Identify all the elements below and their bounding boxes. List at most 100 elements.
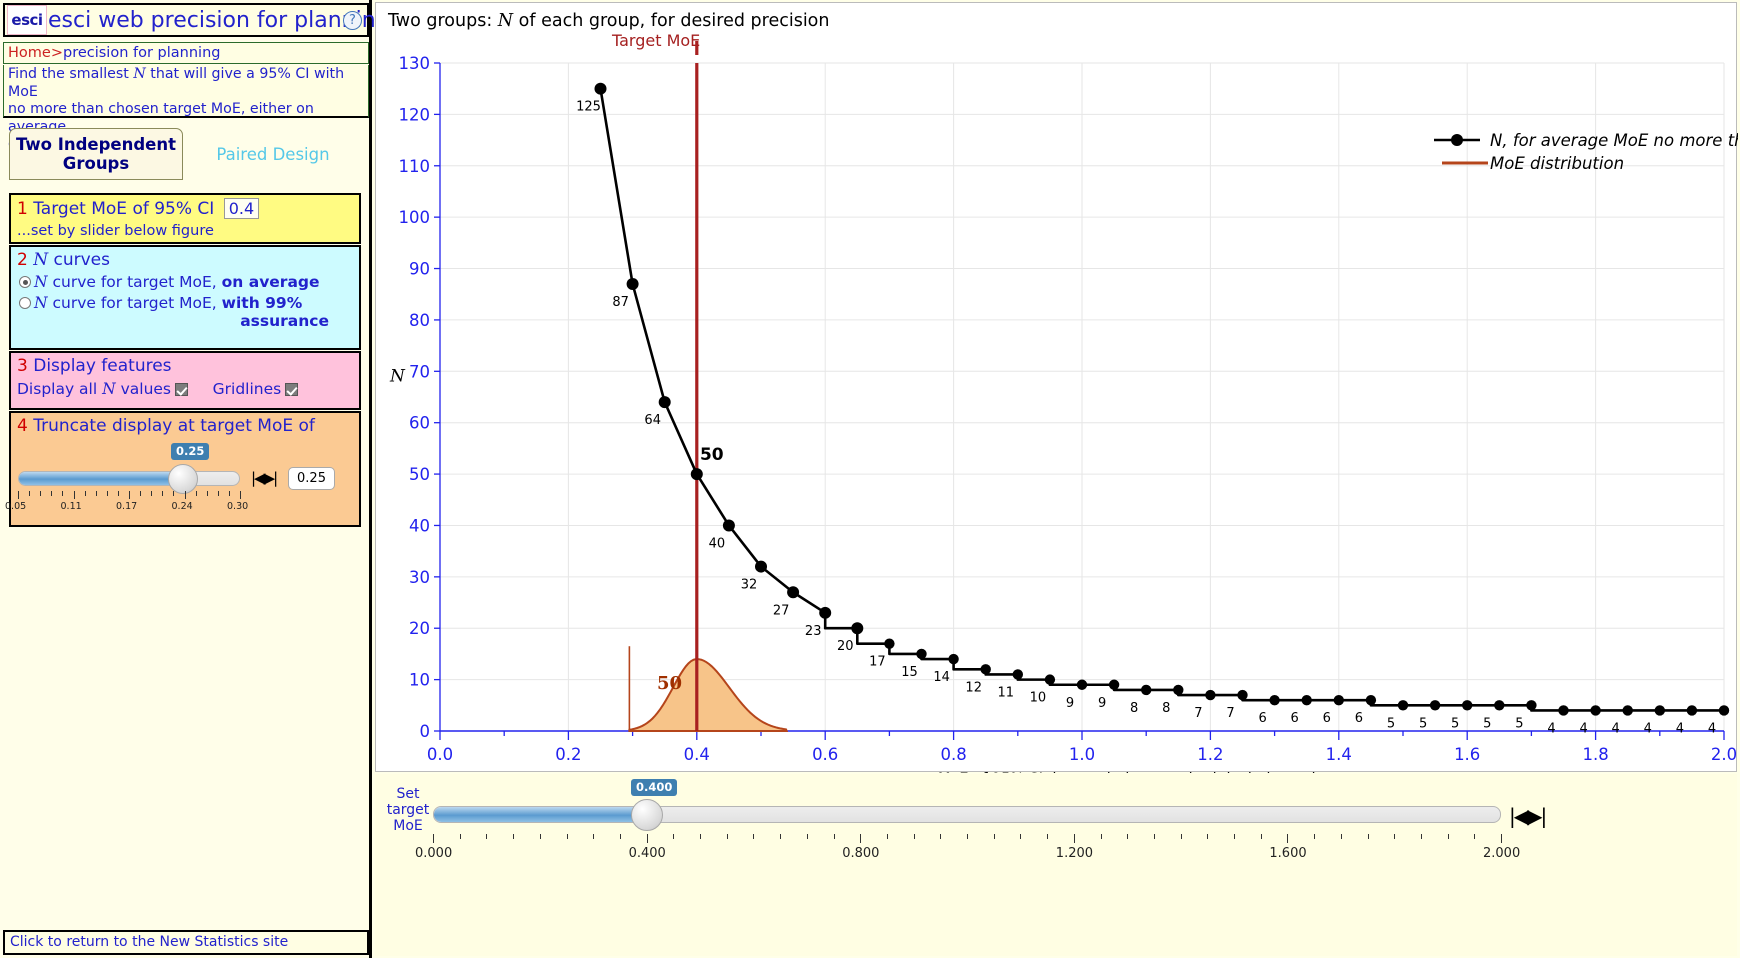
n-curve-point[interactable] — [626, 277, 639, 290]
help-icon[interactable]: ? — [343, 11, 362, 30]
n-curve-point[interactable] — [1494, 700, 1505, 711]
opt0-i: N — [34, 273, 48, 291]
moe-slider-tick — [1100, 834, 1102, 839]
n-curve-point[interactable] — [916, 648, 927, 660]
panel4-heading: 4 Truncate display at target MoE of — [11, 413, 359, 436]
truncate-slider-tick-label: 0.30 — [227, 501, 249, 512]
n-curve-point[interactable] — [1044, 674, 1056, 685]
radio-option-on-average[interactable]: N curve for target MoE, on average — [11, 273, 359, 291]
truncate-slider-tick — [106, 491, 108, 496]
legend-label-n-curve: N, for average MoE no more than target M… — [1490, 131, 1738, 150]
n-curve-point-label: 11 — [998, 685, 1015, 700]
x-axis-tick-label: 1.2 — [1197, 745, 1223, 764]
panel1-subtext: ...set by slider below figure — [17, 223, 214, 239]
n-curve-point[interactable] — [1205, 689, 1216, 701]
n-curve-point-label: 20 — [837, 639, 854, 654]
n-curve-point[interactable] — [1076, 679, 1088, 690]
n-curve-point[interactable] — [755, 560, 767, 573]
moe-slider-tick — [513, 834, 515, 839]
moe-slider-thumb[interactable] — [630, 799, 663, 831]
x-axis-tick-label: 1.6 — [1454, 745, 1480, 764]
y-axis-tick-label: 110 — [399, 157, 431, 176]
truncate-slider-tick — [95, 491, 97, 496]
display-all-n-checkbox[interactable] — [175, 383, 189, 396]
n-curve-point-label: 87 — [612, 295, 629, 310]
n-curve-point-label: 32 — [741, 578, 758, 593]
n-curve-point[interactable] — [1108, 679, 1120, 690]
page-description: Find the smallest N that will give a 95%… — [3, 65, 369, 152]
truncate-slider-tick — [162, 491, 164, 496]
n-curve-point[interactable] — [690, 468, 703, 481]
n-curve-point-label: 14 — [933, 670, 950, 685]
truncate-slider-tick — [228, 491, 230, 496]
radio-on-average-icon[interactable] — [19, 276, 31, 288]
moe-slider-tick-label: 1.200 — [1055, 846, 1094, 861]
radio-99-assurance-icon[interactable] — [19, 297, 31, 309]
tab-two-independent-groups[interactable]: Two Independent Groups — [9, 128, 183, 180]
n-curve-point-label: 4 — [1708, 721, 1716, 736]
y-axis-tick-label: 50 — [409, 465, 430, 484]
sidebar-footer-link[interactable]: Click to return to the New Statistics si… — [3, 930, 369, 955]
n-curve-point-label: 50 — [700, 445, 724, 465]
n-curve-point[interactable] — [722, 519, 735, 532]
n-curve-point[interactable] — [1526, 700, 1537, 711]
moe-slider-tick — [486, 834, 488, 839]
target-moe-value[interactable]: 0.4 — [223, 198, 260, 219]
gridlines-checkbox[interactable] — [285, 383, 299, 396]
moe-nudge-buttons[interactable]: |◀▶| — [1509, 804, 1547, 828]
y-axis-tick-label: 120 — [399, 105, 431, 124]
n-curve-point[interactable] — [1012, 669, 1023, 680]
chart-svg[interactable]: 0 10 20 30 40 50 60 70 80 90 100 110 120 130 N 0.0 0.2 0.… — [376, 3, 1738, 773]
n-curve-point[interactable] — [1558, 705, 1569, 716]
truncate-slider-thumb[interactable] — [167, 464, 198, 494]
n-curve-point[interactable] — [948, 653, 959, 665]
n-curve-point[interactable] — [980, 664, 991, 675]
n-curve-point[interactable] — [1237, 689, 1248, 701]
n-curve-point[interactable] — [1590, 705, 1601, 716]
moe-slider-track[interactable] — [433, 806, 1501, 823]
n-curve-point[interactable] — [1301, 694, 1312, 706]
radio-option-99-assurance[interactable]: N curve for target MoE, with 99% assuran… — [11, 294, 359, 330]
n-curve-point-label: 9 — [1098, 696, 1106, 711]
n-curve-point[interactable] — [1622, 705, 1633, 716]
moe-slider-tick — [1367, 834, 1369, 839]
n-curve-point[interactable] — [1333, 694, 1344, 706]
panel-display-features: 3 Display features Display all N values … — [9, 351, 361, 410]
moe-slider-tick — [1047, 834, 1049, 839]
n-curve-point[interactable] — [1365, 694, 1377, 706]
x-axis-tick-label: 0.8 — [940, 745, 966, 764]
y-axis-tick-label: 100 — [399, 208, 431, 227]
n-curve-point[interactable] — [1269, 694, 1280, 706]
n-curve-point[interactable] — [1462, 700, 1473, 711]
n-curve-point[interactable] — [851, 622, 864, 635]
desc-1i: N — [133, 66, 146, 82]
panel-truncate-display: 4 Truncate display at target MoE of 0.25… — [5, 411, 361, 527]
truncate-value-input[interactable]: 0.25 — [288, 467, 335, 490]
n-curve-point[interactable] — [1173, 684, 1184, 696]
truncate-nudge-buttons[interactable]: |◀▶| — [251, 469, 278, 487]
breadcrumb-home-link[interactable]: Home> — [8, 45, 63, 61]
n-curve-point[interactable] — [594, 82, 607, 95]
moe-slider-tick — [833, 834, 835, 839]
moe-slider-tick — [1474, 834, 1476, 839]
truncate-slider-track[interactable] — [18, 471, 240, 486]
n-curve-point[interactable] — [1397, 700, 1409, 711]
n-curve-point-label: 7 — [1226, 706, 1234, 721]
n-curve-point[interactable] — [1686, 705, 1698, 716]
truncate-slider-tick — [18, 491, 19, 499]
panel3-heading-text: Display features — [33, 356, 172, 376]
moe-slider-tick — [619, 834, 621, 839]
n-curve-point[interactable] — [1429, 700, 1441, 711]
n-curve-point[interactable] — [787, 586, 800, 599]
page-title: esci web precision for planning — [48, 7, 390, 33]
n-curve-point[interactable] — [1718, 705, 1730, 716]
n-curve-point-label: 17 — [869, 655, 886, 670]
tab-paired-design[interactable]: Paired Design — [185, 128, 361, 180]
n-curve-point[interactable] — [819, 606, 832, 619]
n-curve-point[interactable] — [658, 396, 671, 409]
n-curve-point[interactable] — [1654, 705, 1666, 716]
x-axis-title: MoE of 95% CI, in population standard de… — [937, 771, 1328, 773]
n-curve-point[interactable] — [884, 638, 895, 649]
n-curve-point[interactable] — [1141, 684, 1152, 696]
moe-slider-bubble: 0.400 — [631, 779, 678, 796]
